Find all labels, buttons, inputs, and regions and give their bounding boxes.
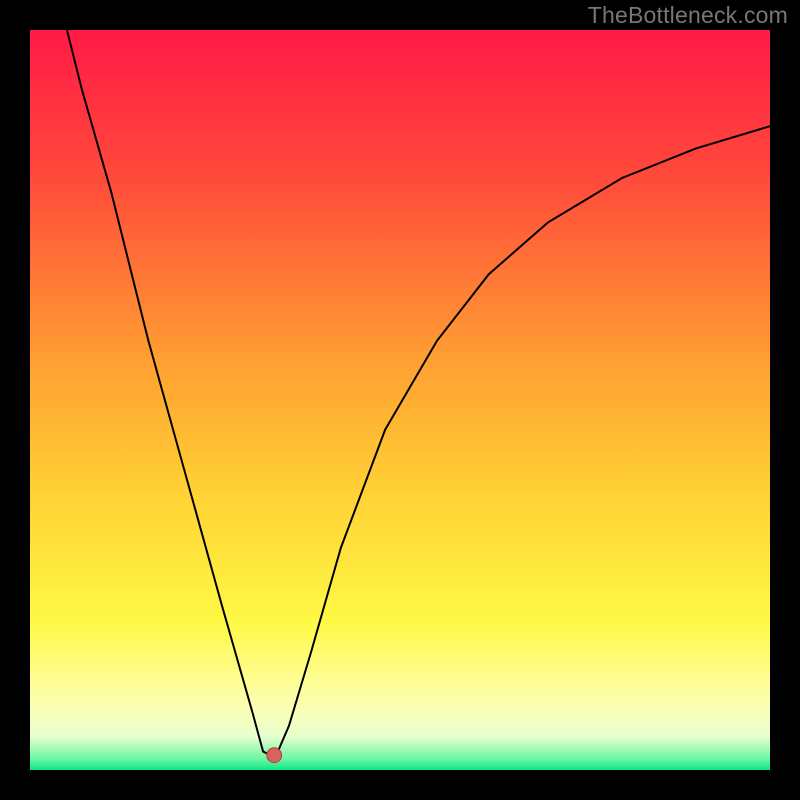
watermark-text: TheBottleneck.com xyxy=(588,2,788,29)
plot-area xyxy=(30,30,770,770)
chart-frame: TheBottleneck.com xyxy=(0,0,800,800)
gradient-background xyxy=(30,30,770,770)
chart-svg xyxy=(30,30,770,770)
optimum-point-marker xyxy=(267,748,282,763)
